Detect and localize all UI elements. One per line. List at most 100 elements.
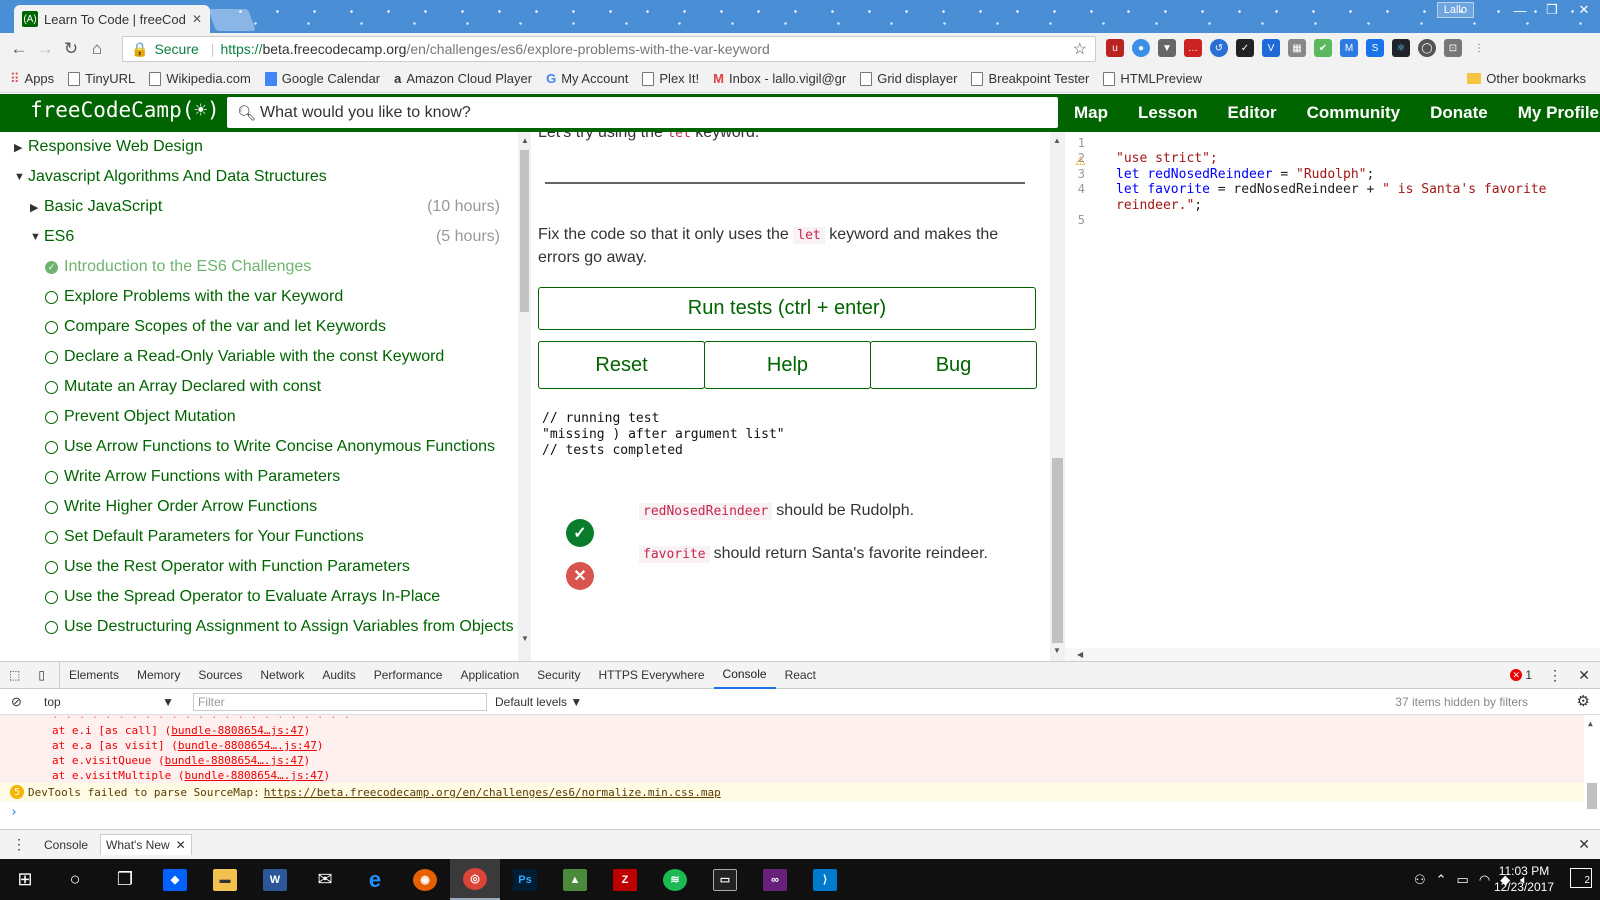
cortana-search-icon[interactable]: ○ xyxy=(50,859,100,900)
firefox-icon[interactable]: ◉ xyxy=(400,859,450,900)
nav-map[interactable]: Map xyxy=(1074,103,1108,123)
new-tab-button[interactable] xyxy=(207,9,257,31)
bookmark-htmlpreview[interactable]: HTMLPreview xyxy=(1103,71,1202,86)
browser-tab[interactable]: (A) Learn To Code | freeCode ✕ xyxy=(14,5,210,33)
devtools-tab-security[interactable]: Security xyxy=(528,661,589,689)
bookmark-plex[interactable]: Plex It! xyxy=(642,71,699,86)
bookmark-google-calendar[interactable]: Google Calendar xyxy=(264,71,380,86)
editor-horizontal-scrollbar[interactable]: ◀ xyxy=(1065,648,1600,661)
drawer-close-icon[interactable]: ✕ xyxy=(1578,836,1590,853)
section-javascript-algorithms[interactable]: ▼ Javascript Algorithms And Data Structu… xyxy=(14,162,514,192)
middle-scroll-thumb[interactable] xyxy=(1052,458,1063,643)
menu-kebab-icon[interactable]: ⋮ xyxy=(1470,39,1488,57)
extension-grid-icon[interactable]: ▦ xyxy=(1288,39,1306,57)
challenge-item[interactable]: Mutate an Array Declared with const xyxy=(45,372,531,402)
image-editor-icon[interactable]: ▲ xyxy=(550,859,600,900)
devtools-tab-console[interactable]: Console xyxy=(713,661,776,689)
restore-icon[interactable]: ❐ xyxy=(1536,0,1568,20)
console-prompt-icon[interactable]: › xyxy=(10,805,18,820)
nav-editor[interactable]: Editor xyxy=(1228,103,1277,123)
visual-studio-icon[interactable]: ∞ xyxy=(750,859,800,900)
ublock-icon[interactable]: u xyxy=(1106,39,1124,57)
bookmark-wikipedia[interactable]: Wikipedia.com xyxy=(149,71,251,86)
cast-icon[interactable]: ⊡ xyxy=(1444,39,1462,57)
bug-button[interactable]: Bug xyxy=(870,341,1037,389)
photoshop-icon[interactable]: Ps xyxy=(500,859,550,900)
error-counter[interactable]: ✕ 1 xyxy=(1510,668,1532,682)
close-tab-icon[interactable]: ✕ xyxy=(176,838,186,852)
s-extension-icon[interactable]: S xyxy=(1366,39,1384,57)
stack-frame-link[interactable]: bundle-8808654….js:47 xyxy=(178,739,317,752)
stack-frame-link[interactable]: bundle-8808654…js:47 xyxy=(171,724,303,737)
profile-user-label[interactable]: Lallo xyxy=(1436,2,1474,18)
pocket-icon[interactable]: ▼ xyxy=(1158,39,1176,57)
inspect-element-icon[interactable]: ⬚ xyxy=(0,661,29,689)
console-filter-input[interactable]: Filter xyxy=(193,693,487,711)
default-levels-select[interactable]: Default levels ▼ xyxy=(495,695,582,709)
superblock-basic-javascript[interactable]: ▶ Basic JavaScript (10 hours) xyxy=(30,192,500,222)
file-explorer-icon[interactable]: ▬ xyxy=(200,859,250,900)
nav-community[interactable]: Community xyxy=(1307,103,1401,123)
nav-my-profile[interactable]: My Profile xyxy=(1518,103,1599,123)
dropbox-icon[interactable]: ◆ xyxy=(150,859,200,900)
challenge-item[interactable]: Write Arrow Functions with Parameters xyxy=(45,462,531,492)
wifi-icon[interactable]: ◠ xyxy=(1479,872,1490,888)
scroll-down-icon[interactable]: ▼ xyxy=(521,634,529,643)
battery-icon[interactable]: ▭ xyxy=(1457,872,1469,888)
context-select[interactable]: top ▼ xyxy=(36,693,182,711)
devtools-tab-network[interactable]: Network xyxy=(251,661,313,689)
edge-icon[interactable]: e xyxy=(350,859,400,900)
sourcemap-link[interactable]: https://beta.freecodecamp.org/en/challen… xyxy=(264,786,721,799)
console-scroll-thumb[interactable] xyxy=(1587,783,1597,809)
home-icon[interactable]: ⌂ xyxy=(84,39,110,59)
challenge-item[interactable]: Use the Rest Operator with Function Para… xyxy=(45,552,531,582)
devtools-tab-audits[interactable]: Audits xyxy=(313,661,364,689)
scroll-up-icon[interactable]: ▲ xyxy=(1588,719,1593,728)
run-tests-button[interactable]: Run tests (ctrl + enter) xyxy=(538,287,1036,330)
other-bookmarks[interactable]: Other bookmarks xyxy=(1467,71,1586,86)
checklist-icon[interactable]: ✓ xyxy=(1236,39,1254,57)
scroll-up-icon[interactable]: ▲ xyxy=(521,136,529,145)
lastpass-icon[interactable]: … xyxy=(1184,39,1202,57)
bookmark-breakpoint-tester[interactable]: Breakpoint Tester xyxy=(971,71,1089,86)
challenge-item[interactable]: Declare a Read-Only Variable with the co… xyxy=(45,342,531,372)
terminal-icon[interactable]: ▭ xyxy=(700,859,750,900)
extension-blue-icon[interactable]: ● xyxy=(1132,39,1150,57)
bookmark-grid-displayer[interactable]: Grid displayer xyxy=(860,71,957,86)
scroll-down-icon[interactable]: ▼ xyxy=(1053,646,1061,655)
windows-start-icon[interactable]: ⊞ xyxy=(0,859,50,900)
superblock-es6[interactable]: ▼ ES6 (5 hours) xyxy=(30,222,500,252)
help-button[interactable]: Help xyxy=(704,341,871,389)
tray-chevron-up-icon[interactable]: ⌃ xyxy=(1436,872,1447,888)
scroll-up-icon[interactable]: ▲ xyxy=(1053,136,1061,145)
drawer-tab-whats-new[interactable]: What's New ✕ xyxy=(100,834,192,855)
devtools-tab-react[interactable]: React xyxy=(776,661,825,689)
extension-ring-icon[interactable]: ◯ xyxy=(1418,39,1436,57)
search-input[interactable]: 🔍︎ What would you like to know? xyxy=(227,97,1058,128)
back-icon[interactable]: ← xyxy=(6,39,32,59)
drawer-menu-icon[interactable]: ⋮ xyxy=(12,836,26,853)
challenge-item[interactable]: Write Higher Order Arrow Functions xyxy=(45,492,531,522)
challenge-item[interactable]: Set Default Parameters for Your Function… xyxy=(45,522,531,552)
bookmark-inbox[interactable]: M Inbox - lallo.vigil@gr xyxy=(713,71,846,86)
spotify-icon[interactable]: ≋ xyxy=(650,859,700,900)
bookmark-apps[interactable]: ⠿ Apps xyxy=(10,71,54,87)
action-center-icon[interactable]: 2 xyxy=(1570,868,1592,888)
stack-frame-link[interactable]: bundle-8808654….js:47 xyxy=(184,769,323,782)
reload-icon[interactable]: ↻ xyxy=(58,39,84,59)
word-icon[interactable]: W xyxy=(250,859,300,900)
challenge-item[interactable]: Explore Problems with the var Keyword xyxy=(45,282,531,312)
minimize-icon[interactable]: — xyxy=(1504,0,1536,20)
device-toolbar-icon[interactable]: ▯ xyxy=(29,661,60,689)
reset-button[interactable]: Reset xyxy=(538,341,705,389)
challenge-item[interactable]: ✓ Introduction to the ES6 Challenges xyxy=(45,252,531,282)
extension-circle-icon[interactable]: ↺ xyxy=(1210,39,1228,57)
forward-icon[interactable]: → xyxy=(32,39,58,59)
console-settings-gear-icon[interactable]: ⚙ xyxy=(1577,692,1590,710)
scroll-left-icon[interactable]: ◀ xyxy=(1077,650,1083,659)
taskbar-clock[interactable]: 11:03 PM 12/23/2017 xyxy=(1494,863,1554,895)
mail-icon[interactable]: ✉ xyxy=(300,859,350,900)
challenge-item[interactable]: Use Destructuring Assignment to Assign V… xyxy=(45,612,531,642)
devtools-tab-https-everywhere[interactable]: HTTPS Everywhere xyxy=(590,661,714,689)
stack-frame-link[interactable]: bundle-8808654….js:47 xyxy=(165,754,304,767)
